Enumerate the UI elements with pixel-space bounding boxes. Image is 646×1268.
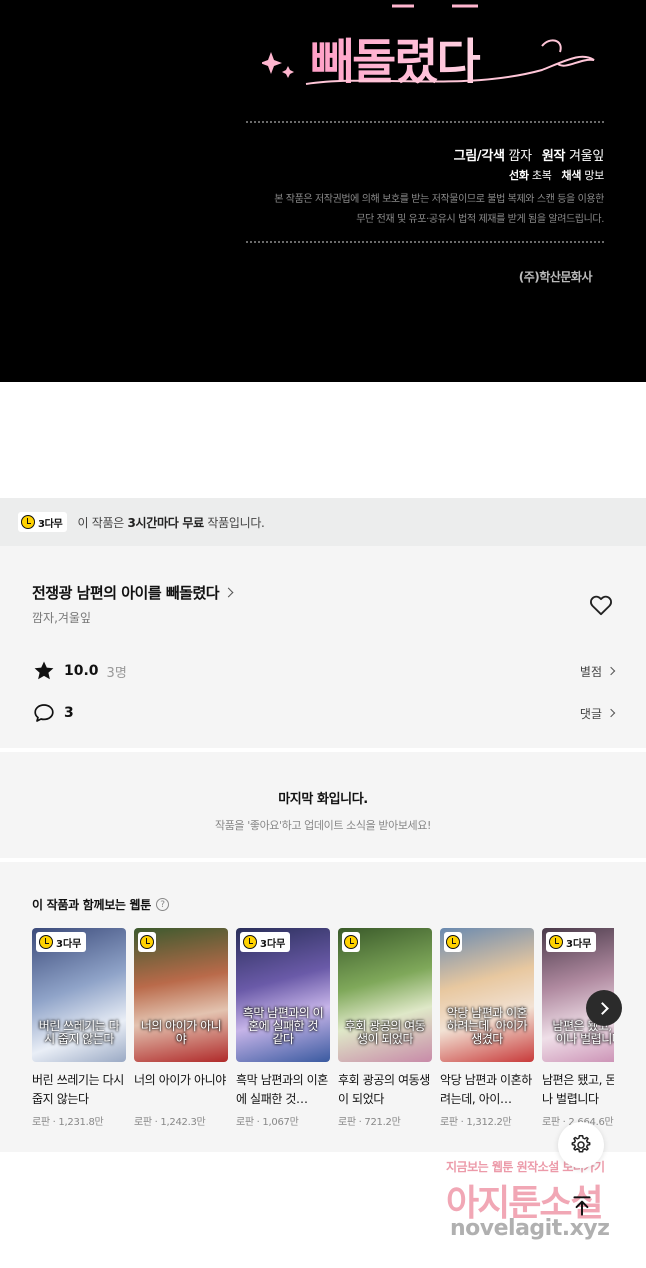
comments-count: 3: [64, 705, 74, 721]
clock-icon: [549, 935, 563, 949]
chevron-right-icon: [606, 666, 616, 676]
recommendations-carousel: 3다무 버린 쓰레기는 다시 줍지 않는다 버린 쓰레기는 다시 줍지 않는다 로판 …: [32, 928, 614, 1138]
wait-free-badge: [444, 932, 462, 952]
recommendations-heading: 이 작품과 함께보는 웹툰 ?: [32, 896, 170, 913]
recommendations-section: 이 작품과 함께보는 웹툰 ? 3다무 버린 쓰레기는 다시 줍지 않는다 버린 쓰…: [0, 862, 646, 1152]
scroll-top-button[interactable]: [560, 1184, 604, 1228]
card-title: 후회 광공의 여동생이 되었다: [338, 1073, 430, 1106]
cover-title-art: 후회 광공의 여동생이 되었다: [344, 1019, 426, 1046]
credits-panel: 빼돌렸다 그림/각색 깜자 원작 겨울잎 선화 초복 채색 망보 본 작품은 저작권…: [0, 0, 646, 382]
card-title: 남편은 됐고, 돈이나 벌렵니다: [542, 1073, 614, 1106]
work-title-link[interactable]: 전쟁광 남편의 아이를 빼돌렸다: [32, 582, 234, 603]
cover-thumbnail: 3다무버린 쓰레기는 다시 줍지 않는다: [32, 928, 126, 1062]
card-title: 버린 쓰레기는 다시 줍지 않는다: [32, 1073, 124, 1106]
clock-icon: [243, 935, 257, 949]
credit-line-color: 선화 초복 채색 망보: [509, 169, 604, 182]
cover-thumbnail: 후회 광공의 여동생이 되었다: [338, 928, 432, 1062]
wait-free-badge: 3다무: [546, 932, 597, 952]
work-info-section: 전쟁광 남편의 아이를 빼돌렸다 깜자,겨울잎 10.0 3명 별점 3 댓글: [0, 546, 646, 748]
gear-icon: [571, 1135, 591, 1153]
recommendation-card[interactable]: 3다무 버린 쓰레기는 다시 줍지 않는다 버린 쓰레기는 다시 줍지 않는다 로판 …: [32, 928, 126, 1128]
chevron-right-icon: [606, 708, 616, 718]
rating-count: 3명: [106, 665, 127, 681]
comment-icon: [34, 704, 54, 722]
cover-thumbnail: 너의 아이가 아니야: [134, 928, 228, 1062]
last-episode-notice: 마지막 화입니다. 작품을 '좋아요'하고 업데이트 소식을 받아보세요!: [0, 752, 646, 858]
badge-label: 3다무: [56, 938, 82, 950]
divider-top: [246, 121, 604, 123]
wait-free-badge: [138, 932, 156, 952]
cover-thumbnail: 악당 남편과 이혼하려는데, 아이가 생겼다: [440, 928, 534, 1062]
badge-label: 3다무: [260, 938, 286, 950]
card-meta: 로판 · 1,312.2만: [440, 1117, 512, 1128]
wait-free-badge: 3다무: [36, 932, 87, 952]
heart-icon[interactable]: [588, 592, 614, 618]
wait-free-badge: [342, 932, 360, 952]
wait-free-badge: 3다무: [240, 932, 291, 952]
clock-icon: [344, 935, 358, 949]
recommendation-card[interactable]: 너의 아이가 아니야 너의 아이가 아니야 로판 · 1,242.3만: [134, 928, 228, 1128]
rating-row: 10.0 3명 별점: [32, 659, 616, 683]
clock-icon: [446, 935, 460, 949]
recommendation-card[interactable]: 악당 남편과 이혼하려는데, 아이가 생겼다악당 남편과 이혼하려는데, 아이……: [440, 928, 534, 1128]
card-title: 너의 아이가 아니야: [134, 1073, 226, 1087]
comments-row: 3 댓글: [32, 701, 616, 725]
recommendation-card[interactable]: 후회 광공의 여동생이 되었다 후회 광공의 여동생이 되었다 로판 · 721.2…: [338, 928, 432, 1128]
card-title: 악당 남편과 이혼하려는데, 아이…: [440, 1073, 532, 1106]
settings-button[interactable]: [558, 1122, 604, 1168]
card-meta: 로판 · 1,242.3만: [134, 1117, 206, 1128]
help-icon[interactable]: ?: [156, 898, 170, 911]
last-episode-subtext: 작품을 '좋아요'하고 업데이트 소식을 받아보세요!: [214, 819, 432, 832]
title-calligraphy: 빼돌렸다: [262, 4, 595, 90]
clock-icon: [39, 935, 53, 949]
carousel-next-button[interactable]: [586, 990, 622, 1026]
cover-title-art: 너의 아이가 아니야: [140, 1019, 222, 1046]
cover-title-art: 악당 남편과 이혼하려는데, 아이가 생겼다: [446, 1006, 528, 1046]
chevron-right-icon: [223, 587, 234, 598]
clock-icon: [21, 515, 35, 529]
badge-label: 3다무: [566, 938, 592, 950]
copyright-notice: 본 작품은 저작권법에 의해 보호를 받는 저작물이므로 불법 복제와 스캔 등…: [274, 194, 604, 225]
work-authors: 깜자,겨울잎: [32, 611, 92, 625]
card-meta: 로판 · 721.2만: [338, 1117, 401, 1128]
cover-title-art: 흑막 남편과의 이혼에 실패한 것 같다: [242, 1006, 324, 1046]
credit-art-original: 그림/각색 깜자 원작 겨울잎: [453, 149, 605, 164]
comments-link[interactable]: 댓글: [580, 705, 616, 722]
clock-icon: [140, 935, 154, 949]
rating-value: 10.0: [64, 663, 99, 679]
recommendation-card[interactable]: 3다무남편은 됐고, 돈이나 벌렵니다남편은 됐고, 돈이나 벌렵니다로판 · …: [542, 928, 614, 1128]
cover-thumbnail: 3다무흑막 남편과의 이혼에 실패한 것 같다: [236, 928, 330, 1062]
star-icon: [34, 661, 54, 680]
rating-link[interactable]: 별점: [580, 663, 616, 680]
chevron-right-icon: [595, 1001, 609, 1015]
wait-free-badge: 3다무: [18, 512, 68, 532]
site-watermark: 지금보는 웹툰 원작소설 보러가기 아지툰소설 novelagit.xyz: [440, 1156, 640, 1256]
cover-title-art: 버린 쓰레기는 다시 줍지 않는다: [38, 1019, 120, 1046]
last-episode-heading: 마지막 화입니다.: [278, 792, 368, 807]
card-title: 흑막 남편과의 이혼에 실패한 것…: [236, 1073, 328, 1106]
free-info-bar: 3다무 이 작품은 3시간마다 무료 작품입니다.: [0, 498, 646, 546]
recommendation-card[interactable]: 3다무흑막 남편과의 이혼에 실패한 것 같다흑막 남편과의 이혼에 실패한 것…: [236, 928, 330, 1128]
card-meta: 로판 · 1,231.8만: [32, 1117, 104, 1128]
free-info-text: 이 작품은 3시간마다 무료 작품입니다.: [77, 515, 265, 530]
publisher-logo: (주)학산문화사: [518, 270, 593, 284]
divider-bottom: [246, 241, 604, 243]
card-meta: 로판 · 1,067만: [236, 1117, 299, 1128]
arrow-up-icon: [573, 1196, 591, 1216]
